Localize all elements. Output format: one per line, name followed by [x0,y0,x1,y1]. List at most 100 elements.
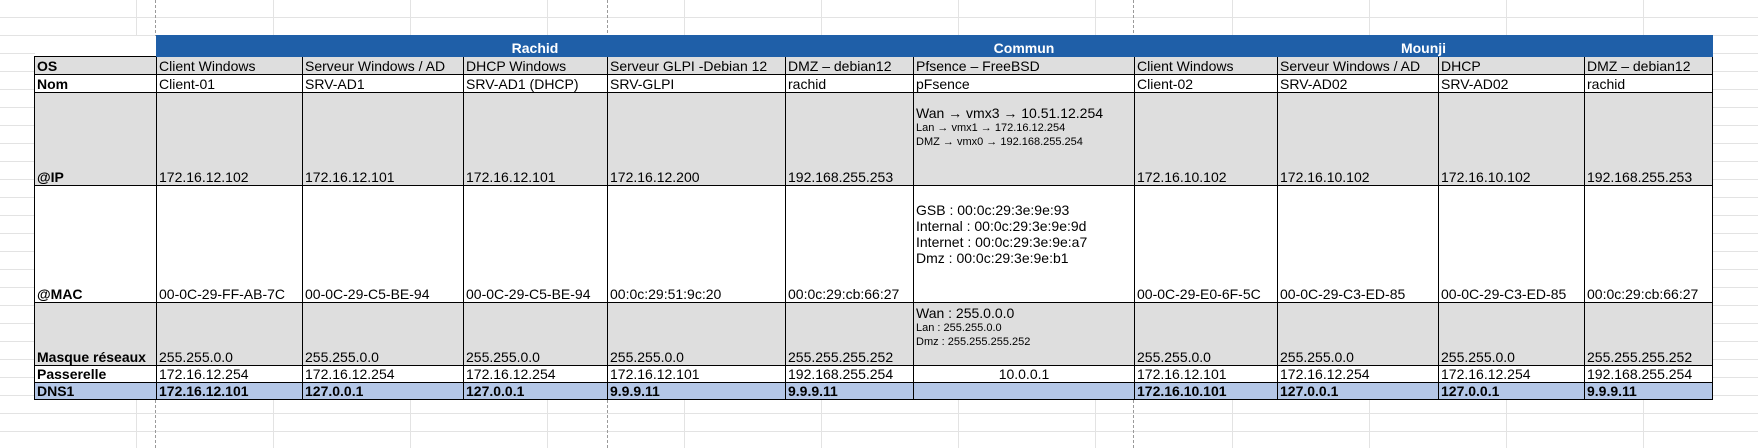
cell-mask[interactable]: 255.255.0.0 [1438,302,1585,366]
cell-ip[interactable]: 172.16.12.101 [302,92,464,186]
label-mac[interactable]: @MAC [34,185,157,303]
cell-gateway[interactable]: 10.0.0.1 [913,365,1135,383]
cell-mask[interactable]: 255.255.0.0 [1134,302,1278,366]
cell-mask-pfsense[interactable]: Wan : 255.0.0.0 Lan : 255.255.0.0 Dmz : … [913,302,1135,366]
cell-mac[interactable]: 00-0C-29-FF-AB-7C [156,185,303,303]
cell-mask[interactable]: 255.255.0.0 [302,302,464,366]
group-header-row: Rachid Commun Mounji [34,35,1713,57]
cell-dns[interactable]: 172.16.12.101 [156,382,303,400]
cell-ip[interactable]: 172.16.10.102 [1438,92,1585,186]
cell-gateway[interactable]: 172.16.12.101 [1134,365,1278,383]
label-gateway[interactable]: Passerelle [34,365,157,383]
row-os: OS Client Windows Serveur Windows / AD D… [34,56,1713,75]
cell-nom[interactable]: SRV-AD1 (DHCP) [463,74,608,93]
cell-os[interactable]: Client Windows [156,56,303,75]
label-nom[interactable]: Nom [34,74,157,93]
cell-dns[interactable]: 9.9.9.11 [1584,382,1713,400]
mac-gsb-line: GSB : 00:0c:29:3e:9e:93 [916,202,1070,218]
cell-mac[interactable]: 00-0C-29-C5-BE-94 [302,185,464,303]
cell-gateway[interactable]: 172.16.12.254 [156,365,303,383]
mask-wan-line: Wan : 255.0.0.0 [916,305,1015,321]
cell-os[interactable]: DMZ – debian12 [1584,56,1713,75]
cell-nom[interactable]: SRV-AD02 [1438,74,1585,93]
cell-mac[interactable]: 00-0C-29-E0-6F-5C [1134,185,1278,303]
cell-nom[interactable]: rachid [785,74,914,93]
cell-nom[interactable]: pFsence [913,74,1135,93]
row-ip: @IP 172.16.12.102 172.16.12.101 172.16.1… [34,92,1713,186]
cell-os[interactable]: Client Windows [1134,56,1278,75]
cell-nom[interactable]: SRV-GLPI [607,74,786,93]
cell-gateway[interactable]: 172.16.12.254 [302,365,464,383]
cell-ip[interactable]: 192.168.255.253 [1584,92,1713,186]
mac-dmz-line: Dmz : 00:0c:29:3e:9e:b1 [916,250,1069,266]
cell-ip[interactable]: 172.16.12.200 [607,92,786,186]
cell-mac[interactable]: 00-0C-29-C3-ED-85 [1438,185,1585,303]
cell-mac[interactable]: 00-0C-29-C3-ED-85 [1277,185,1439,303]
cell-ip[interactable]: 192.168.255.253 [785,92,914,186]
cell-dns[interactable]: 127.0.0.1 [302,382,464,400]
row-mac: @MAC 00-0C-29-FF-AB-7C 00-0C-29-C5-BE-94… [34,185,1713,303]
cell-dns[interactable]: 127.0.0.1 [463,382,608,400]
cell-mask[interactable]: 255.255.255.252 [1584,302,1713,366]
cell-mask[interactable]: 255.255.0.0 [156,302,303,366]
cell-ip[interactable]: 172.16.10.102 [1277,92,1439,186]
cell-nom[interactable]: Client-02 [1134,74,1278,93]
cell-dns[interactable]: 172.16.10.101 [1134,382,1278,400]
ip-wan-line: Wan → vmx3 → 10.51.12.254 [916,105,1104,121]
mac-internet-line: Internet : 00:0c:29:3e:9e:a7 [916,234,1088,250]
cell-nom[interactable]: Client-01 [156,74,303,93]
cell-mask[interactable]: 255.255.0.0 [1277,302,1439,366]
label-ip[interactable]: @IP [34,92,157,186]
cell[interactable] [34,35,157,57]
cell-nom[interactable]: SRV-AD02 [1277,74,1439,93]
cell-mac[interactable]: 00:0c:29:cb:66:27 [785,185,914,303]
cell-dns[interactable] [913,382,1135,400]
cell-os[interactable]: Serveur Windows / AD [1277,56,1439,75]
cell-ip[interactable]: 172.16.12.102 [156,92,303,186]
row-nom: Nom Client-01 SRV-AD1 SRV-AD1 (DHCP) SRV… [34,74,1713,93]
cell-os[interactable]: Pfsence – FreeBSD [913,56,1135,75]
cell-gateway[interactable]: 172.16.12.254 [463,365,608,383]
mask-lan-line: Lan : 255.255.0.0 [916,322,1002,334]
cell-nom[interactable]: SRV-AD1 [302,74,464,93]
cell-dns[interactable]: 127.0.0.1 [1438,382,1585,400]
cell-gateway[interactable]: 172.16.12.101 [607,365,786,383]
cell-nom[interactable]: rachid [1584,74,1713,93]
cell-dns[interactable]: 9.9.9.11 [607,382,786,400]
cell-gateway[interactable]: 192.168.255.254 [1584,365,1713,383]
cell-mac-pfsense[interactable]: GSB : 00:0c:29:3e:9e:93 Internal : 00:0c… [913,185,1135,303]
mask-dmz-line: Dmz : 255.255.255.252 [916,336,1031,348]
cell-ip-pfsense[interactable]: Wan → vmx3 → 10.51.12.254 Lan → vmx1 → 1… [913,92,1135,186]
cell-gateway[interactable]: 192.168.255.254 [785,365,914,383]
label-os[interactable]: OS [34,56,157,75]
cell-os[interactable]: DHCP Windows [463,56,608,75]
row-gateway: Passerelle 172.16.12.254 172.16.12.254 1… [34,365,1713,383]
label-dns[interactable]: DNS1 [34,382,157,400]
cell-mask[interactable]: 255.255.0.0 [463,302,608,366]
cell-gateway[interactable]: 172.16.12.254 [1277,365,1439,383]
cell-ip[interactable]: 172.16.12.101 [463,92,608,186]
cell-os[interactable]: DHCP [1438,56,1585,75]
cell-mac[interactable]: 00-0C-29-C5-BE-94 [463,185,608,303]
ip-dmz-line: DMZ → vmx0 → 192.168.255.254 [916,136,1083,148]
cell-os[interactable]: Serveur GLPI -Debian 12 [607,56,786,75]
label-mask[interactable]: Masque réseaux [34,302,157,366]
mac-internal-line: Internal : 00:0c:29:3e:9e:9d [916,218,1087,234]
cell-dns[interactable]: 127.0.0.1 [1277,382,1439,400]
cell-mac[interactable]: 00:0c:29:51:9c:20 [607,185,786,303]
row-dns: DNS1 172.16.12.101 127.0.0.1 127.0.0.1 9… [34,382,1713,400]
cell-mac[interactable]: 00:0c:29:cb:66:27 [1584,185,1713,303]
cell-gateway[interactable]: 172.16.12.254 [1438,365,1585,383]
cell-os[interactable]: Serveur Windows / AD [302,56,464,75]
cell-mask[interactable]: 255.255.255.252 [785,302,914,366]
network-table: Rachid Commun Mounji OS Client Windows S… [34,35,1713,400]
cell-ip[interactable]: 172.16.10.102 [1134,92,1278,186]
cell-mask[interactable]: 255.255.0.0 [607,302,786,366]
cell-dns[interactable]: 9.9.9.11 [785,382,914,400]
ip-lan-line: Lan → vmx1 → 172.16.12.254 [916,122,1066,134]
row-mask: Masque réseaux 255.255.0.0 255.255.0.0 2… [34,302,1713,366]
group-commun[interactable]: Commun [913,35,1135,57]
group-mounji[interactable]: Mounji [1134,35,1713,57]
cell-os[interactable]: DMZ – debian12 [785,56,914,75]
group-rachid[interactable]: Rachid [156,35,914,57]
